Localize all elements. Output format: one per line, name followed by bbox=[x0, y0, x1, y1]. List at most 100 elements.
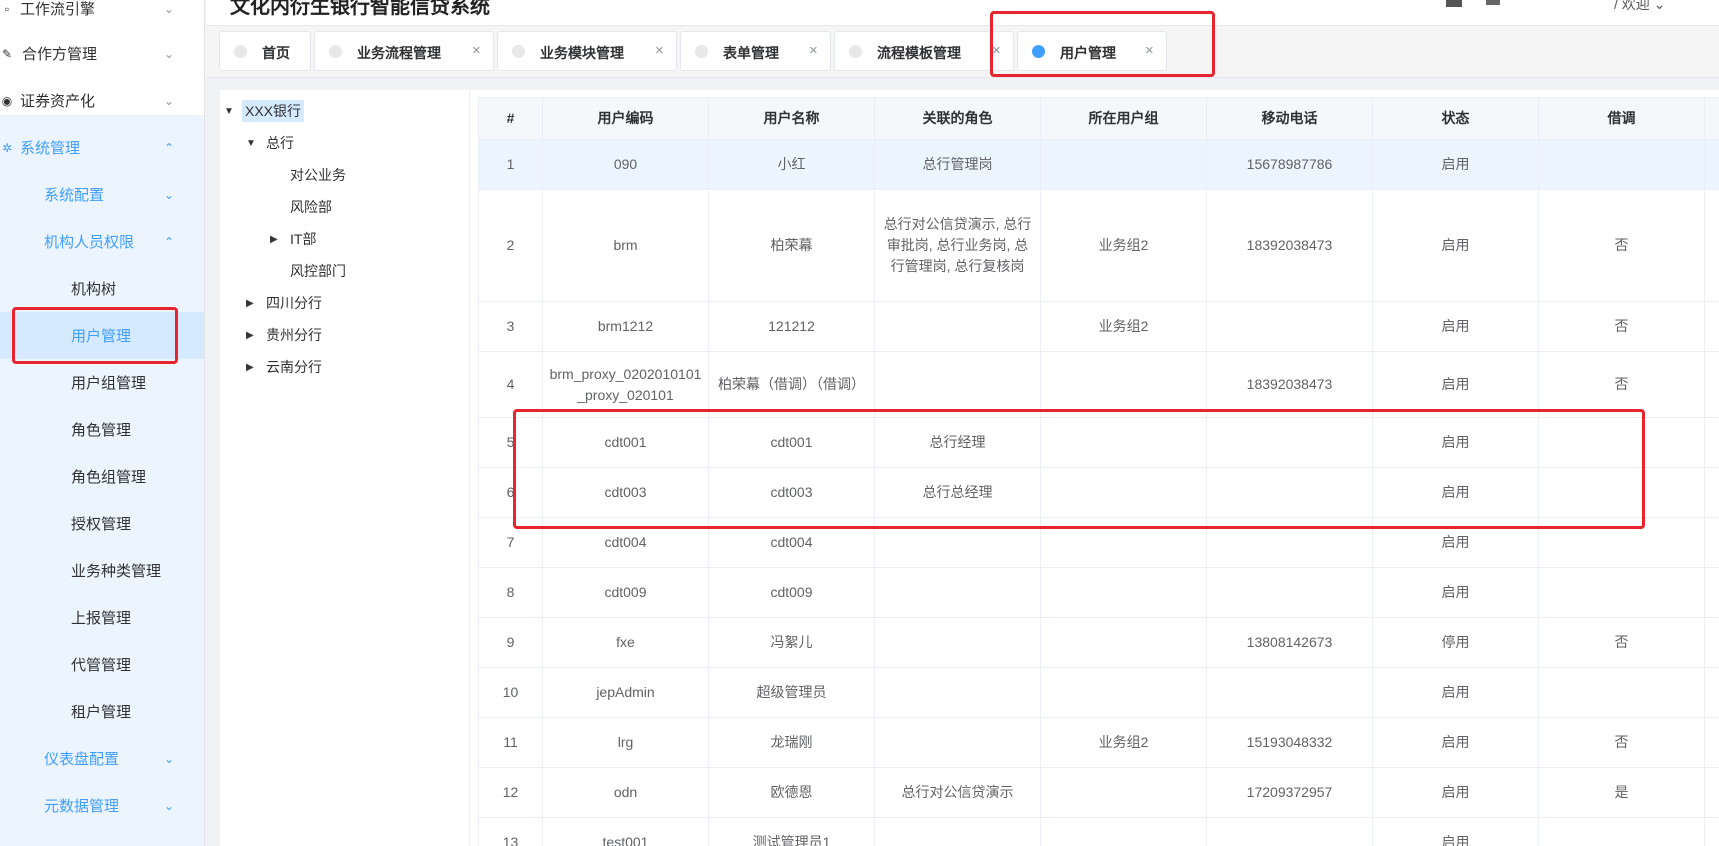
table-cell-loan: 否 bbox=[1538, 351, 1705, 418]
table-row[interactable]: 5 cdt001 cdt001 总行经理 启用 bbox=[478, 417, 1719, 468]
column-header[interactable]: 用户名称 bbox=[708, 97, 875, 140]
table-cell-name: 超级管理员 bbox=[708, 667, 875, 718]
table-cell-status: 启用 bbox=[1372, 467, 1539, 518]
sidebar-item-user-group[interactable]: 用户组管理 bbox=[0, 359, 204, 406]
table-cell-phone: 15678987786 bbox=[1206, 139, 1373, 190]
table-cell-overflow bbox=[1704, 617, 1719, 668]
tab-form[interactable]: 表单管理 × bbox=[680, 31, 831, 71]
table-row[interactable]: 1 090 小红 总行管理岗 15678987786 启用 bbox=[478, 139, 1719, 190]
table-cell-code: 090 bbox=[542, 139, 709, 190]
table-cell-loan: 是 bbox=[1538, 767, 1705, 818]
sidebar-item-role[interactable]: 角色管理 bbox=[0, 406, 204, 453]
table-cell-no: 9 bbox=[478, 617, 543, 668]
table-row[interactable]: 9 fxe 冯絮儿 13808142673 停用否 bbox=[478, 617, 1719, 668]
sidebar-item-user-management[interactable]: 用户管理 bbox=[0, 312, 204, 359]
close-icon[interactable]: × bbox=[472, 42, 481, 59]
table-cell-group bbox=[1040, 351, 1207, 418]
column-header[interactable]: # bbox=[478, 97, 543, 140]
tab-business-process[interactable]: 业务流程管理 × bbox=[314, 31, 494, 71]
sidebar-item-securities[interactable]: ◉ 证券资产化 ⌄ bbox=[0, 77, 204, 124]
header: 文化内衍生银行智能信贷系统 / 欢迎 ⌄ bbox=[206, 0, 1719, 26]
column-header[interactable]: 移动电话 bbox=[1206, 97, 1373, 140]
table-cell-phone bbox=[1206, 517, 1373, 568]
sidebar-item-metadata[interactable]: 元数据管理 ⌄ bbox=[0, 782, 204, 829]
caret-right-icon[interactable]: ▶ bbox=[246, 298, 254, 309]
sidebar-item-business-type[interactable]: 业务种类管理 bbox=[0, 547, 204, 594]
table-cell-name: 121212 bbox=[708, 301, 875, 352]
table-cell-code: brm1212 bbox=[542, 301, 709, 352]
caret-down-icon[interactable]: ▼ bbox=[224, 106, 234, 117]
sidebar-item-authorization[interactable]: 授权管理 bbox=[0, 500, 204, 547]
table-cell-overflow bbox=[1704, 717, 1719, 768]
table-cell-roles: 总行对公信贷演示 bbox=[874, 767, 1041, 818]
table-row[interactable]: 7 cdt004 cdt004 启用 bbox=[478, 517, 1719, 568]
bell-icon[interactable] bbox=[1486, 0, 1500, 5]
table-cell-loan bbox=[1538, 417, 1705, 468]
sidebar-item-org-permission[interactable]: 机构人员权限 ⌃ bbox=[0, 218, 204, 265]
caret-right-icon[interactable]: ▶ bbox=[246, 330, 254, 341]
table-row[interactable]: 12 odn 欧德恩 总行对公信贷演示 17209372957 启用是 bbox=[478, 767, 1719, 818]
tab-dot-icon bbox=[329, 45, 342, 58]
gear-icon: ✲ bbox=[1, 140, 13, 155]
table-row[interactable]: 3 brm1212 121212 业务组2 启用否 bbox=[478, 301, 1719, 352]
user-menu[interactable]: / 欢迎 ⌄ bbox=[1614, 0, 1665, 14]
main-content: ▼ XXX银行 ▼ 总行 对公业务 风险部 ▶ IT部 风控部门 ▶ 四川分行 … bbox=[220, 90, 1719, 846]
table-row[interactable]: 8 cdt009 cdt009 启用 bbox=[478, 567, 1719, 618]
sidebar-item-dashboard[interactable]: 仪表盘配置 ⌄ bbox=[0, 735, 204, 782]
table-cell-overflow bbox=[1704, 189, 1719, 302]
column-header[interactable]: 所在用户组 bbox=[1040, 97, 1207, 140]
caret-down-icon[interactable]: ▼ bbox=[246, 138, 256, 149]
table-row[interactable]: 13 test001 测试管理员1 启用 bbox=[478, 817, 1719, 846]
column-header[interactable]: 用户编码 bbox=[542, 97, 709, 140]
column-header[interactable]: 关联的角色 bbox=[874, 97, 1041, 140]
sidebar-item-partner[interactable]: ✎ 合作方管理 ⌄ bbox=[0, 30, 204, 77]
table-cell-no: 11 bbox=[478, 717, 543, 768]
sidebar-item-tenant[interactable]: 租户管理 bbox=[0, 688, 204, 735]
tab-user-management[interactable]: 用户管理 × bbox=[1017, 31, 1167, 71]
close-icon[interactable]: × bbox=[655, 42, 664, 59]
table-cell-status: 启用 bbox=[1372, 351, 1539, 418]
screen-icon[interactable] bbox=[1446, 0, 1462, 7]
sidebar-item-system[interactable]: ✲ 系统管理 ⌃ bbox=[0, 124, 204, 171]
tab-dot-icon bbox=[234, 45, 247, 58]
table-cell-group bbox=[1040, 667, 1207, 718]
sidebar-item-system-config[interactable]: 系统配置 ⌄ bbox=[0, 171, 204, 218]
column-header[interactable]: 借调 bbox=[1538, 97, 1705, 140]
column-header[interactable]: 状态 bbox=[1372, 97, 1539, 140]
table-cell-group bbox=[1040, 139, 1207, 190]
table-cell-overflow bbox=[1704, 767, 1719, 818]
table-cell-loan bbox=[1538, 567, 1705, 618]
close-icon[interactable]: × bbox=[1145, 42, 1154, 59]
sidebar-item-delegate[interactable]: 代管管理 bbox=[0, 641, 204, 688]
table-row[interactable]: 2 brm 柏荣幕 总行对公信贷演示, 总行审批岗, 总行业务岗, 总行管理岗, 总行… bbox=[478, 189, 1719, 302]
table-cell-status: 停用 bbox=[1372, 617, 1539, 668]
table-cell-group bbox=[1040, 567, 1207, 618]
sidebar-item-role-group[interactable]: 角色组管理 bbox=[0, 453, 204, 500]
table-cell-name: 测试管理员1 bbox=[708, 817, 875, 846]
table-row[interactable]: 4 brm_proxy_0202010101_proxy_020101 柏荣幕（借调… bbox=[478, 351, 1719, 418]
table-cell-group bbox=[1040, 617, 1207, 668]
table-cell-no: 2 bbox=[478, 189, 543, 302]
tab-process-template[interactable]: 流程模板管理 × bbox=[834, 31, 1014, 71]
tab-business-module[interactable]: 业务模块管理 × bbox=[497, 31, 677, 71]
square-icon: ▫ bbox=[4, 1, 10, 16]
table-row[interactable]: 11 lrg 龙瑞刚 业务组2 15193048332 启用否 bbox=[478, 717, 1719, 768]
caret-right-icon[interactable]: ▶ bbox=[270, 234, 278, 245]
close-icon[interactable]: × bbox=[992, 42, 1001, 59]
table-cell-status: 启用 bbox=[1372, 567, 1539, 618]
table-header-row: # 用户编码 用户名称 关联的角色 所在用户组 移动电话 状态 借调 bbox=[478, 97, 1719, 140]
close-icon[interactable]: × bbox=[809, 42, 818, 59]
tab-dot-icon bbox=[1032, 45, 1045, 58]
table-row[interactable]: 6 cdt003 cdt003 总行总经理 启用 bbox=[478, 467, 1719, 518]
sidebar-item-report[interactable]: 上报管理 bbox=[0, 594, 204, 641]
tab-home[interactable]: 首页 bbox=[219, 31, 311, 71]
table-cell-code: fxe bbox=[542, 617, 709, 668]
sidebar-item-workflow[interactable]: ▫ 工作流引擎 ⌄ bbox=[0, 0, 204, 32]
table-cell-phone: 18392038473 bbox=[1206, 351, 1373, 418]
chevron-down-icon: ⌄ bbox=[164, 798, 175, 813]
caret-right-icon[interactable]: ▶ bbox=[246, 362, 254, 373]
org-tree: ▼ XXX银行 ▼ 总行 对公业务 风险部 ▶ IT部 风控部门 ▶ 四川分行 … bbox=[220, 90, 470, 846]
table-row[interactable]: 10 jepAdmin 超级管理员 启用 bbox=[478, 667, 1719, 718]
table-cell-code: test001 bbox=[542, 817, 709, 846]
sidebar-item-org-tree[interactable]: 机构树 bbox=[0, 265, 204, 312]
